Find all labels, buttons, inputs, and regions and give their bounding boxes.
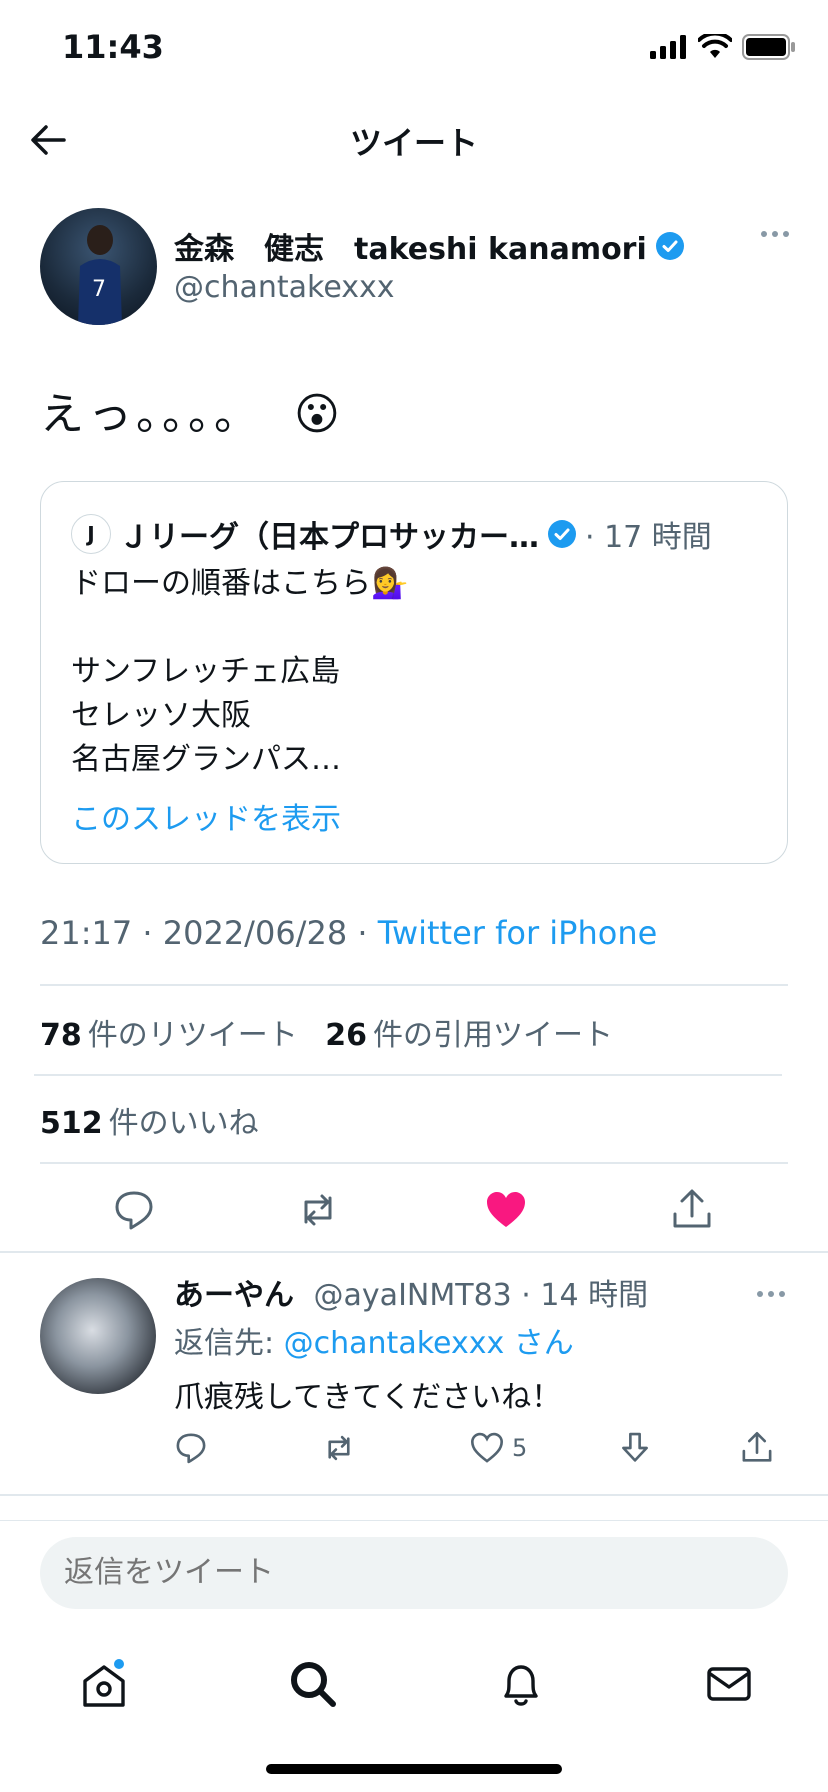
likes-count: 512	[40, 1106, 103, 1141]
quote-time: · 17 時間	[585, 520, 712, 555]
quoted-tweet-card[interactable]: J Ｊリーグ（日本プロサッカー… · 17 時間 ドローの順番はこちら💁‍♀️ …	[40, 481, 788, 864]
retweet-stats: 78 件のリツイート 26 件の引用ツイート	[40, 1010, 613, 1054]
page-title: ツイート	[349, 124, 478, 162]
quote-line: 名古屋グランパス…	[71, 742, 341, 777]
status-time: 11:43	[62, 28, 164, 66]
retweets-link[interactable]: 78 件のリツイート	[40, 1018, 298, 1053]
timestamp-text: 21:17 · 2022/06/28 ·	[40, 914, 378, 952]
retweets-label: 件のリツイート	[87, 1018, 298, 1053]
quotes-link[interactable]: 26 件の引用ツイート	[325, 1018, 613, 1053]
tweet-timestamp: 21:17 · 2022/06/28 · Twitter for iPhone	[40, 914, 657, 952]
reply-retweet-button[interactable]	[322, 1430, 356, 1466]
quote-body: ドローの順番はこちら💁‍♀️ サンフレッチェ広島 セレッソ大阪 名古屋グランパス…	[71, 562, 408, 782]
more-options-icon[interactable]	[756, 1290, 786, 1298]
more-options-icon[interactable]	[760, 230, 790, 238]
retweets-count: 78	[40, 1018, 82, 1053]
signal-icon	[650, 35, 686, 59]
home-indicator	[266, 1764, 562, 1774]
quote-author-name: Ｊリーグ（日本プロサッカー…	[119, 520, 539, 555]
reply-icon[interactable]	[112, 1188, 156, 1232]
author-name-text: 金森 健志 takeshi kanamori	[174, 232, 647, 267]
divider	[0, 1494, 828, 1496]
status-bar: 11:43	[0, 0, 828, 100]
battery-icon	[742, 34, 795, 60]
quote-header: J Ｊリーグ（日本プロサッカー… · 17 時間	[71, 512, 712, 556]
quote-line	[71, 606, 408, 650]
tweet-text: えっ。。。。 😮	[40, 378, 344, 442]
avatar[interactable]: 7	[40, 208, 157, 325]
messages-mail-icon[interactable]	[704, 1659, 754, 1709]
like-heart-icon[interactable]	[484, 1188, 528, 1232]
retweet-icon[interactable]	[296, 1188, 340, 1232]
reply-like-button[interactable]: 5	[470, 1430, 527, 1466]
quotes-label: 件の引用ツイート	[373, 1018, 614, 1053]
reply-to-mention[interactable]: @chantakexxx さん	[284, 1326, 574, 1361]
reply-share-button[interactable]	[740, 1430, 774, 1466]
reply-reply-button[interactable]	[174, 1430, 208, 1466]
likes-stats[interactable]: 512 件のいいね	[40, 1098, 259, 1142]
divider	[0, 1251, 828, 1253]
divider	[40, 1162, 788, 1164]
reply-text: 爪痕残してきてくださいね！	[174, 1380, 562, 1415]
share-icon[interactable]	[670, 1188, 714, 1232]
bottom-panel	[0, 1520, 828, 1792]
reply-compose-input[interactable]	[40, 1537, 788, 1609]
reply-author-name: あーやん	[174, 1278, 294, 1313]
tweet-action-bar	[0, 1180, 828, 1240]
nav-bar: ツイート	[0, 100, 828, 180]
author-handle[interactable]: @chantakexxx	[174, 270, 395, 305]
svg-text:7: 7	[92, 277, 106, 302]
quote-avatar: J	[71, 514, 111, 554]
heart-outline-icon	[471, 1432, 503, 1463]
tweet-source-link[interactable]: Twitter for iPhone	[378, 914, 658, 952]
reply-to-line: 返信先: @chantakexxx さん	[174, 1318, 574, 1362]
author-name[interactable]: 金森 健志 takeshi kanamori	[174, 224, 685, 268]
reply-like-count: 5	[512, 1434, 528, 1462]
tweet-emoji: 😮	[294, 389, 344, 440]
reply-time: · 14 時間	[511, 1278, 649, 1313]
quote-line: ドローの順番はこちら💁‍♀️	[71, 566, 409, 601]
search-icon[interactable]	[288, 1659, 338, 1709]
reply-avatar[interactable]	[40, 1278, 156, 1394]
reply-to-prefix: 返信先:	[174, 1326, 284, 1361]
share-icon	[742, 1432, 772, 1462]
verified-badge-icon	[548, 520, 576, 548]
downvote-arrow-icon	[622, 1432, 648, 1462]
reply-icon	[176, 1433, 206, 1464]
reply-header: あーやん @ayaINMT83 · 14 時間	[174, 1270, 648, 1314]
quote-line: セレッソ大阪	[71, 698, 251, 733]
tweet-header: 7 金森 健志 takeshi kanamori @chantakexxx	[40, 208, 790, 328]
retweet-icon	[328, 1435, 350, 1461]
tab-bar	[0, 1639, 828, 1739]
verified-badge-icon	[655, 232, 684, 260]
show-thread-link[interactable]: このスレッドを表示	[71, 794, 341, 838]
likes-label: 件のいいね	[108, 1106, 259, 1141]
reply-tweet[interactable]: あーやん @ayaINMT83 · 14 時間 返信先: @chantakexx…	[0, 1254, 828, 1494]
reply-downvote-button[interactable]	[618, 1430, 652, 1466]
status-icons	[650, 34, 796, 60]
divider	[40, 984, 788, 986]
wifi-icon	[698, 34, 732, 58]
notifications-bell-icon[interactable]	[496, 1659, 546, 1709]
quote-logo-glyph: J	[87, 522, 95, 546]
tweet-text-body: えっ。。。。	[40, 389, 262, 440]
reply-action-bar: 5	[174, 1430, 784, 1474]
divider	[34, 1074, 782, 1076]
quote-line: サンフレッチェ広島	[71, 654, 341, 689]
quotes-count: 26	[325, 1018, 368, 1053]
avatar-image: 7	[78, 225, 122, 325]
home-icon[interactable]	[79, 1659, 129, 1709]
reply-author-handle: @ayaINMT83	[313, 1278, 512, 1313]
